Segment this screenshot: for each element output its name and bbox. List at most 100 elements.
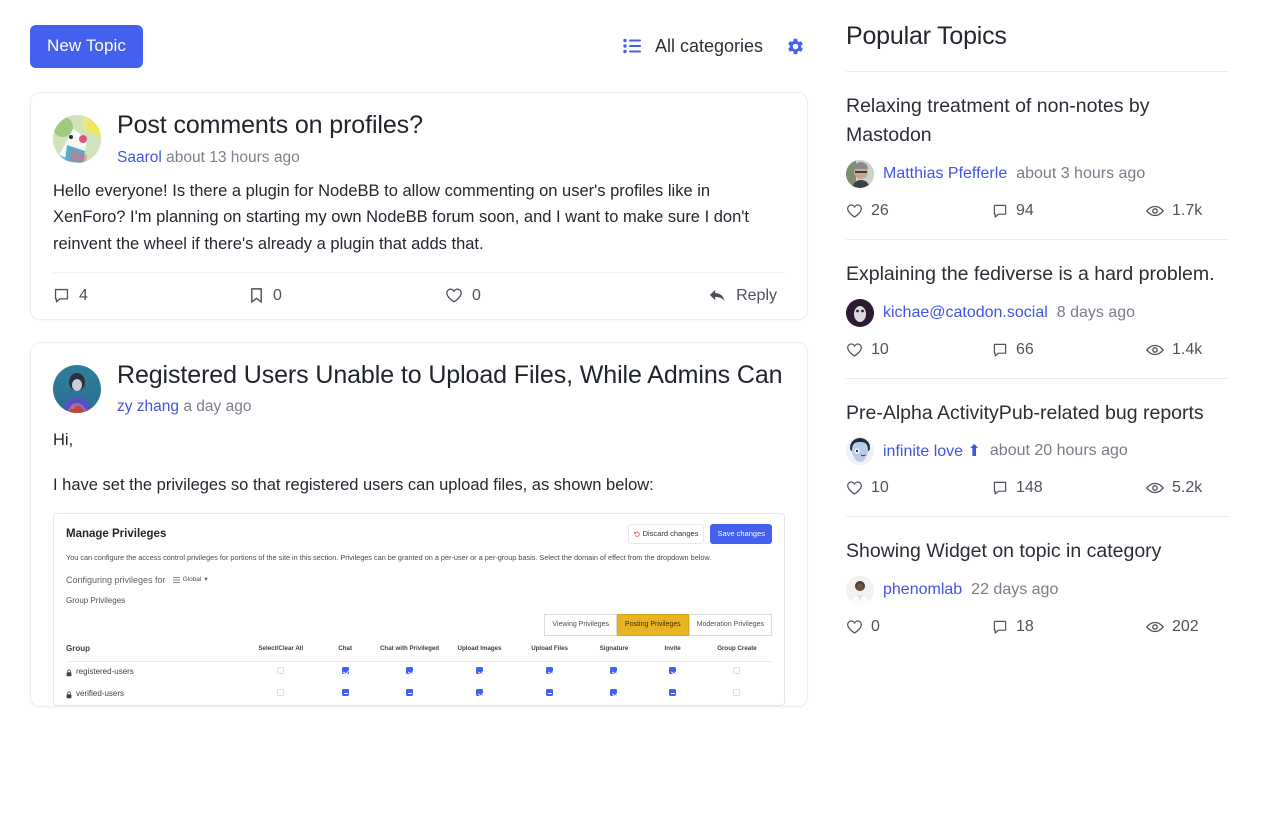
eye-icon bbox=[1146, 481, 1164, 495]
replies-count: 148 bbox=[1016, 479, 1043, 497]
scope-dropdown[interactable]: Global ▾ bbox=[172, 575, 208, 586]
cell-upload-files[interactable] bbox=[515, 667, 585, 678]
toolbar-right-group: All categories bbox=[623, 36, 808, 57]
topic-meta: infinite love ⬆ about 20 hours ago bbox=[846, 437, 1228, 466]
list-item[interactable]: Explaining the fediverse is a hard probl… bbox=[846, 240, 1228, 378]
topic-title[interactable]: Relaxing treatment of non-notes by Masto… bbox=[846, 92, 1228, 150]
topic-author-link[interactable]: Matthias Pfefferle bbox=[883, 165, 1007, 183]
reply-button[interactable]: Reply bbox=[708, 287, 785, 305]
list-item[interactable]: Relaxing treatment of non-notes by Masto… bbox=[846, 72, 1228, 239]
like-action[interactable]: 0 bbox=[445, 287, 641, 305]
cell-upload-images[interactable] bbox=[445, 689, 515, 700]
cell-chat-privileged[interactable] bbox=[375, 689, 445, 700]
byline: zy zhang a day ago bbox=[117, 397, 785, 417]
tab-posting-privileges[interactable]: Posting Privileges bbox=[617, 614, 689, 636]
likes-stat: 10 bbox=[846, 479, 992, 497]
save-changes-button[interactable]: Save changes bbox=[710, 523, 772, 545]
avatar[interactable] bbox=[53, 115, 101, 163]
col-select-clear-all: Select/Clear All bbox=[258, 645, 304, 653]
page-title[interactable]: Registered Users Unable to Upload Files,… bbox=[117, 361, 785, 391]
configuring-label: Configuring privileges for bbox=[66, 574, 166, 585]
undo-icon bbox=[633, 531, 640, 537]
post-body: Hi, I have set the privileges so that re… bbox=[53, 417, 785, 706]
bookmark-icon bbox=[249, 287, 264, 304]
cell-group-create[interactable] bbox=[702, 689, 772, 700]
reply-arrow-icon bbox=[708, 287, 727, 304]
topic-card-header: Registered Users Unable to Upload Files,… bbox=[53, 361, 785, 418]
views-count: 5.2k bbox=[1172, 479, 1203, 497]
comment-icon bbox=[992, 203, 1008, 219]
avatar[interactable] bbox=[846, 437, 874, 466]
post-author-link[interactable]: Saarol bbox=[117, 149, 162, 166]
topic-author-link[interactable]: phenomlab bbox=[883, 581, 962, 599]
topic-card[interactable]: Post comments on profiles? Saarol about … bbox=[30, 92, 808, 320]
replies-count: 18 bbox=[1016, 618, 1034, 636]
topic-title[interactable]: Showing Widget on topic in category bbox=[846, 537, 1228, 566]
topic-stats: 0 18 202 bbox=[846, 618, 1228, 636]
cell-group-create[interactable] bbox=[702, 667, 772, 678]
list-item[interactable]: Pre-Alpha ActivityPub-related bug report… bbox=[846, 379, 1228, 517]
cell-signature[interactable] bbox=[585, 667, 644, 678]
cell-chat[interactable] bbox=[316, 667, 375, 678]
topic-meta: phenomlab 22 days ago bbox=[846, 576, 1228, 605]
topic-author-link[interactable]: kichae@catodon.social bbox=[883, 304, 1048, 322]
likes-count: 26 bbox=[871, 201, 889, 219]
replies-action[interactable]: 4 bbox=[53, 287, 249, 305]
privileges-table: Group Select/Clear All Chat Chat with Pr… bbox=[54, 636, 784, 705]
byline: Saarol about 13 hours ago bbox=[117, 148, 785, 168]
avatar[interactable] bbox=[846, 298, 874, 327]
embedded-screenshot[interactable]: Manage Privileges Discard changes Save c… bbox=[53, 512, 785, 706]
cell-select-all[interactable] bbox=[246, 689, 316, 700]
heart-icon bbox=[846, 480, 863, 496]
topic-card[interactable]: Registered Users Unable to Upload Files,… bbox=[30, 341, 808, 707]
likes-count: 10 bbox=[871, 479, 889, 497]
popular-topics-sidebar: Popular Topics Relaxing treatment of non… bbox=[838, 0, 1272, 837]
cell-chat-privileged[interactable] bbox=[375, 667, 445, 678]
page-title[interactable]: Post comments on profiles? bbox=[117, 111, 785, 141]
gear-icon[interactable] bbox=[785, 36, 806, 57]
topic-timestamp: 22 days ago bbox=[971, 581, 1059, 599]
new-topic-button[interactable]: New Topic bbox=[30, 24, 144, 68]
bookmark-action[interactable]: 0 bbox=[249, 287, 445, 305]
col-group-create: Group Create bbox=[717, 645, 757, 653]
cell-select-all[interactable] bbox=[246, 667, 316, 678]
avatar[interactable] bbox=[53, 364, 101, 413]
cell-chat[interactable] bbox=[316, 689, 375, 700]
embed-title: Manage Privileges bbox=[66, 527, 167, 540]
main-column: New Topic All categories Post comments o… bbox=[0, 0, 838, 837]
row-group-name: verified-users bbox=[66, 688, 246, 701]
comment-icon bbox=[992, 480, 1008, 496]
topic-card-header: Post comments on profiles? Saarol about … bbox=[53, 111, 785, 168]
cell-upload-files[interactable] bbox=[515, 689, 585, 700]
eye-icon bbox=[1146, 204, 1164, 218]
heart-icon bbox=[846, 619, 863, 635]
discard-changes-button[interactable]: Discard changes bbox=[627, 523, 705, 545]
sidebar-title: Popular Topics bbox=[846, 22, 1007, 50]
eye-icon bbox=[1146, 343, 1164, 357]
replies-count: 66 bbox=[1016, 340, 1034, 358]
topic-author-link[interactable]: infinite love ⬆ bbox=[883, 441, 981, 461]
cell-upload-images[interactable] bbox=[445, 667, 515, 678]
embed-header-buttons: Discard changes Save changes bbox=[627, 523, 772, 545]
group-label: registered-users bbox=[76, 667, 134, 677]
col-chat-with-privileged: Chat with Privileged bbox=[379, 645, 440, 653]
cell-signature[interactable] bbox=[585, 689, 644, 700]
tab-viewing-privileges[interactable]: Viewing Privileges bbox=[544, 614, 618, 636]
scope-value: Global bbox=[182, 575, 202, 583]
post-author-link[interactable]: zy zhang bbox=[117, 398, 179, 415]
cell-invite[interactable] bbox=[643, 689, 702, 700]
heart-icon bbox=[445, 287, 463, 304]
cell-invite[interactable] bbox=[643, 667, 702, 678]
category-filter[interactable]: All categories bbox=[623, 36, 763, 57]
heart-icon bbox=[846, 203, 863, 219]
avatar[interactable] bbox=[846, 159, 874, 188]
post-paragraph: I have set the privileges so that regist… bbox=[53, 476, 654, 495]
topic-meta: Matthias Pfefferle about 3 hours ago bbox=[846, 159, 1228, 188]
avatar[interactable] bbox=[846, 576, 874, 605]
topic-title[interactable]: Pre-Alpha ActivityPub-related bug report… bbox=[846, 399, 1228, 428]
topic-title[interactable]: Explaining the fediverse is a hard probl… bbox=[846, 260, 1228, 289]
list-item[interactable]: Showing Widget on topic in category phen… bbox=[846, 517, 1228, 655]
tab-moderation-privileges[interactable]: Moderation Privileges bbox=[688, 614, 772, 636]
list-icon bbox=[172, 577, 180, 583]
likes-stat: 10 bbox=[846, 341, 992, 359]
